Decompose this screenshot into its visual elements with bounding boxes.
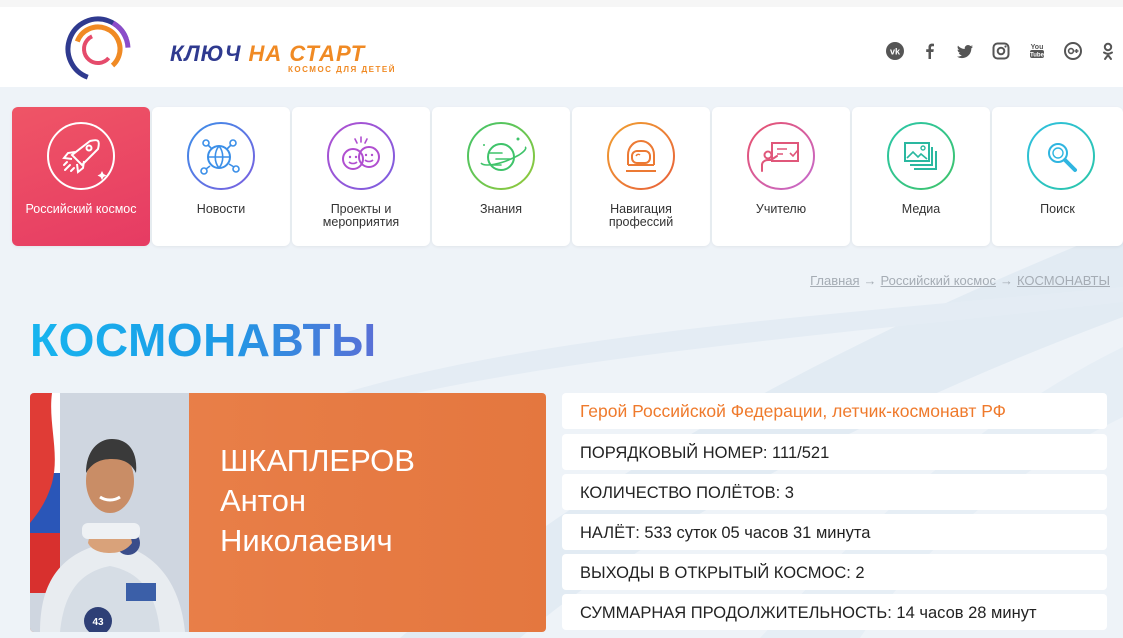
breadcrumb-separator: → bbox=[863, 273, 877, 288]
breadcrumb-current[interactable]: КОСМОНАВТЫ bbox=[1017, 273, 1110, 288]
nav-tile-label: Знания bbox=[479, 202, 523, 216]
fact-row: ПОРЯДКОВЫЙ НОМЕР: 111/521 bbox=[562, 434, 1107, 470]
svg-text:vk: vk bbox=[890, 47, 901, 57]
photo-gallery-icon bbox=[886, 121, 956, 191]
breadcrumb-section[interactable]: Российский космос bbox=[881, 273, 996, 288]
cosmonaut-first-name: Антон bbox=[220, 483, 307, 518]
nav-tile-label: Медиа bbox=[901, 202, 941, 216]
nav-tile-teacher[interactable]: Учителю bbox=[712, 107, 850, 246]
odnoklassniki-circle-icon[interactable] bbox=[1063, 41, 1083, 61]
fact-row: ВЫХОДЫ В ОТКРЫТЫЙ КОСМОС: 2 bbox=[562, 554, 1107, 590]
nav-tile-knowledge[interactable]: Знания bbox=[432, 107, 570, 246]
faces-icon bbox=[326, 121, 396, 191]
nav-tile-media[interactable]: Медиа bbox=[852, 107, 990, 246]
search-icon bbox=[1026, 121, 1096, 191]
svg-text:Tube: Tube bbox=[1030, 53, 1045, 59]
svg-text:You: You bbox=[1031, 44, 1044, 51]
logo-orbit-icon bbox=[65, 16, 131, 82]
nav-tile-label: Проекты и мероприятия bbox=[322, 202, 400, 229]
logo-title-part2: НА СТАРТ bbox=[248, 41, 366, 66]
cosmonaut-title: Герой Российской Федерации, летчик-космо… bbox=[562, 393, 1107, 429]
globe-network-icon bbox=[186, 121, 256, 191]
fact-row: НАЛЁТ: 533 суток 05 часов 31 минута bbox=[562, 514, 1107, 550]
instagram-icon[interactable] bbox=[991, 41, 1011, 61]
fact-row: КОЛИЧЕСТВО ПОЛЁТОВ: 3 bbox=[562, 474, 1107, 510]
nav-tile-search[interactable]: Поиск bbox=[992, 107, 1123, 246]
nav-tile-professions[interactable]: Навигация профессий bbox=[572, 107, 710, 246]
odnoklassniki-icon[interactable] bbox=[1098, 41, 1118, 61]
astronaut-helmet-icon bbox=[606, 121, 676, 191]
breadcrumb-separator: → bbox=[999, 273, 1013, 288]
cosmonaut-facts: ПОРЯДКОВЫЙ НОМЕР: 111/521 КОЛИЧЕСТВО ПОЛ… bbox=[562, 434, 1107, 634]
nav-tile-label: Навигация профессий bbox=[608, 202, 674, 229]
nav-tile-label: Поиск bbox=[1040, 202, 1075, 216]
nav-tile-projects[interactable]: Проекты и мероприятия bbox=[292, 107, 430, 246]
fact-row: СУММАРНАЯ ПРОДОЛЖИТЕЛЬНОСТЬ: 14 часов 28… bbox=[562, 594, 1107, 630]
cosmonaut-last-name: ШКАПЛЕРОВ bbox=[220, 443, 415, 478]
planet-icon bbox=[466, 121, 536, 191]
cosmonaut-name: ШКАПЛЕРОВ Антон Николаевич bbox=[220, 441, 415, 561]
twitter-icon[interactable] bbox=[955, 41, 975, 61]
logo-title-part1: КЛЮЧ bbox=[170, 41, 242, 66]
nav-tile-label: Учителю bbox=[755, 202, 807, 216]
logo-subtitle: КОСМОС ДЛЯ ДЕТЕЙ bbox=[288, 65, 396, 74]
main-nav: Российский космос Новости Проекты и меро… bbox=[12, 107, 1123, 246]
logo-title: КЛЮЧ НА СТАРТ bbox=[170, 41, 365, 67]
cosmonaut-patronymic: Николаевич bbox=[220, 523, 393, 558]
site-logo[interactable]: КЛЮЧ НА СТАРТ КОСМОС ДЛЯ ДЕТЕЙ bbox=[60, 13, 394, 83]
nav-tile-label: Российский космос bbox=[25, 202, 137, 216]
nav-tile-news[interactable]: Новости bbox=[152, 107, 290, 246]
svg-text:43: 43 bbox=[92, 617, 104, 628]
breadcrumb: Главная → Российский космос → КОСМОНАВТЫ bbox=[810, 273, 1110, 288]
site-header: КЛЮЧ НА СТАРТ КОСМОС ДЛЯ ДЕТЕЙ vk You Tub… bbox=[0, 7, 1123, 87]
page-title: КОСМОНАВТЫ bbox=[30, 314, 377, 366]
nav-tile-russian-space[interactable]: Российский космос bbox=[12, 107, 150, 246]
breadcrumb-home[interactable]: Главная bbox=[810, 273, 859, 288]
youtube-icon[interactable]: You Tube bbox=[1027, 41, 1047, 61]
cosmonaut-photo: 43 bbox=[30, 393, 189, 632]
cosmonaut-card: 43 ШКАПЛЕРОВ Антон Николаевич bbox=[30, 393, 546, 632]
teacher-board-icon bbox=[746, 121, 816, 191]
nav-tile-label: Новости bbox=[196, 202, 246, 216]
facebook-icon[interactable] bbox=[920, 41, 940, 61]
vk-icon[interactable]: vk bbox=[885, 41, 905, 61]
rocket-icon bbox=[46, 121, 116, 191]
